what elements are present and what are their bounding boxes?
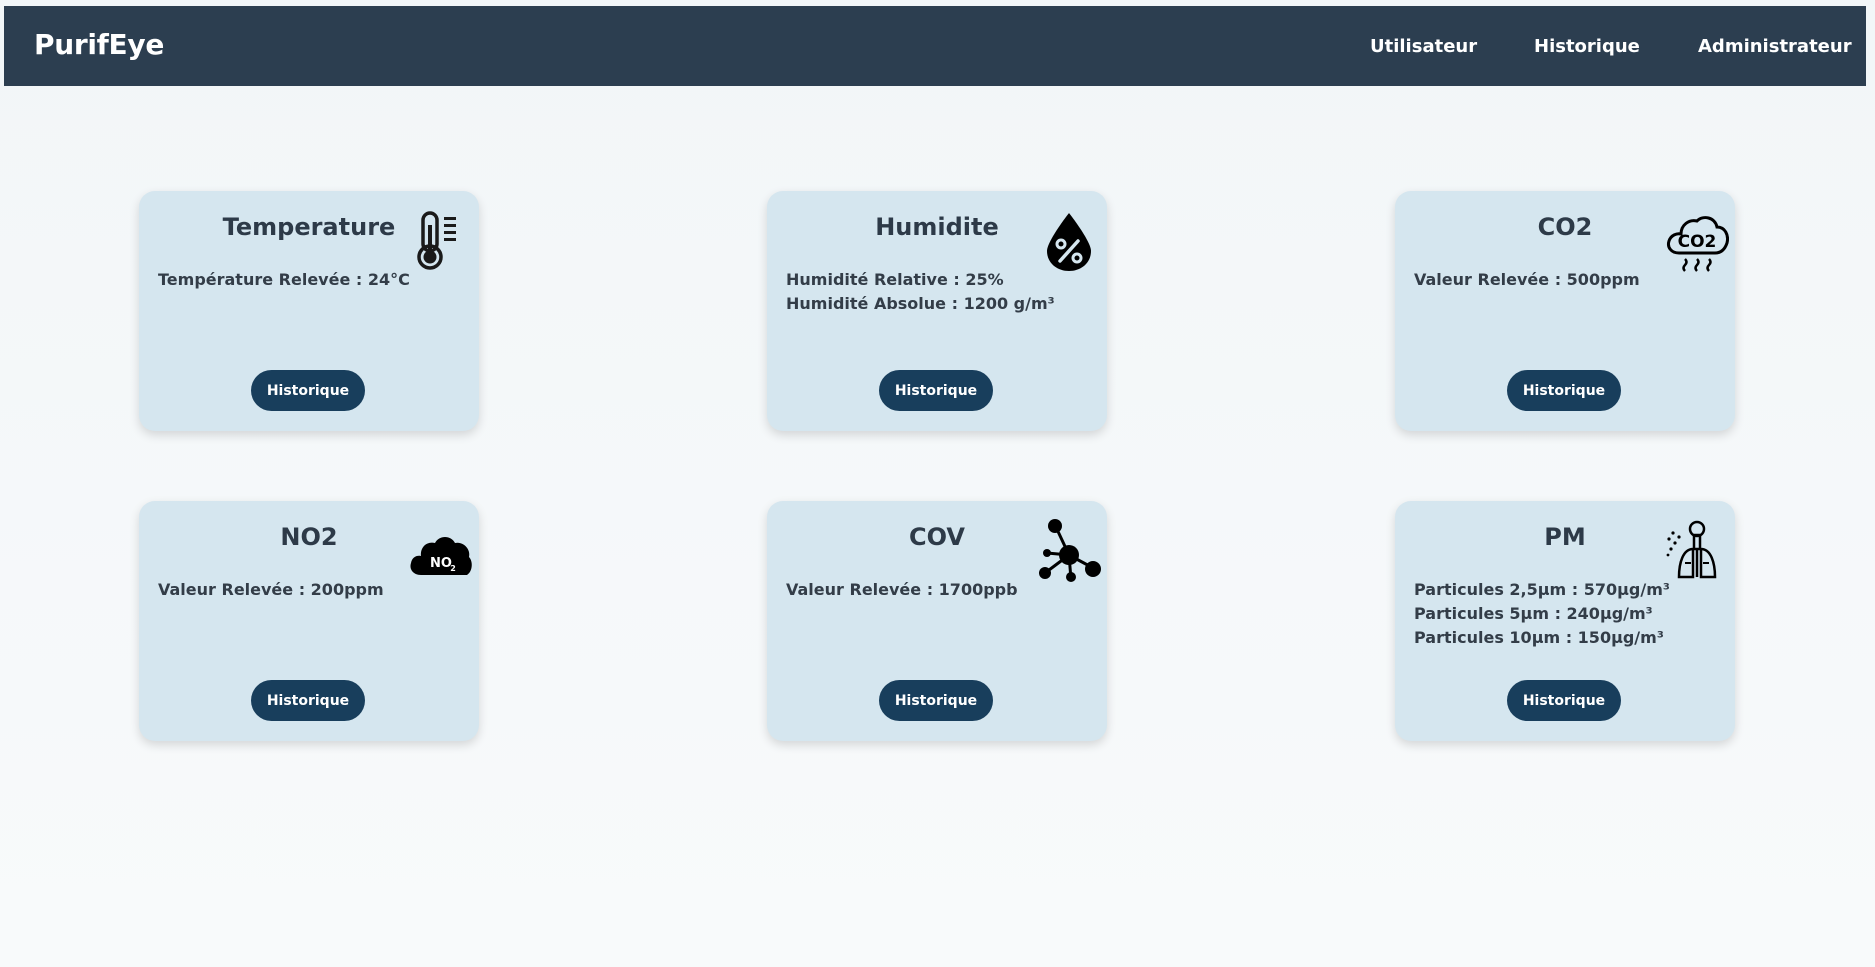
readings: Température Relevée : 24°C — [158, 268, 458, 292]
reading-pm5: Particules 5μm : 240μg/m³ — [1414, 604, 1653, 623]
reading-pm25: Particules 2,5μm : 570μg/m³ — [1414, 580, 1670, 599]
readings: Humidité Relative : 25% Humidité Absolue… — [786, 268, 1086, 316]
historique-button-humidity[interactable]: Historique — [879, 370, 993, 411]
readings: Valeur Relevée : 500ppm — [1414, 268, 1714, 292]
historique-button-co2[interactable]: Historique — [1507, 370, 1621, 411]
nav-link-utilisateur[interactable]: Utilisateur — [1370, 36, 1477, 57]
pm-card: PM Particules 2,5μm : 570μg/m³ Particule… — [1395, 501, 1735, 741]
lungs-particles-icon — [1665, 519, 1729, 583]
no2-icon-text: NO — [430, 556, 452, 571]
reading-humidity-absolute: Humidité Absolue : 1200 g/m³ — [786, 294, 1055, 313]
no2-icon-subscript: 2 — [450, 564, 456, 573]
co2-card: CO2 CO2 Valeur Relevée : 500ppm Historiq… — [1395, 191, 1735, 431]
navbar: PurifEye Utilisateur Historique Administ… — [4, 6, 1866, 86]
nav-link-administrateur[interactable]: Administrateur — [1698, 36, 1852, 57]
historique-button-temperature[interactable]: Historique — [251, 370, 365, 411]
molecule-icon — [1037, 519, 1101, 583]
reading-co2: Valeur Relevée : 500ppm — [1414, 270, 1640, 289]
humidity-drop-icon — [1037, 209, 1101, 273]
no2-card: NO2 NO 2 Valeur Relevée : 200ppm Histori… — [139, 501, 479, 741]
reading-humidity-relative: Humidité Relative : 25% — [786, 270, 1004, 289]
historique-button-cov[interactable]: Historique — [879, 680, 993, 721]
reading-cov: Valeur Relevée : 1700ppb — [786, 580, 1018, 599]
co2-cloud-icon: CO2 — [1665, 209, 1729, 273]
nav-link-historique[interactable]: Historique — [1534, 36, 1640, 57]
thermometer-icon — [409, 209, 473, 273]
historique-button-pm[interactable]: Historique — [1507, 680, 1621, 721]
historique-button-no2[interactable]: Historique — [251, 680, 365, 721]
humidity-card: Humidite Humidité Relative : 25% Humidit… — [767, 191, 1107, 431]
readings: Valeur Relevée : 200ppm — [158, 578, 458, 602]
temperature-card: Temperature Température Relevée : 24°C H… — [139, 191, 479, 431]
svg-text:CO2: CO2 — [1678, 232, 1717, 252]
readings: Valeur Relevée : 1700ppb — [786, 578, 1086, 602]
reading-temperature: Température Relevée : 24°C — [158, 270, 410, 289]
reading-no2: Valeur Relevée : 200ppm — [158, 580, 384, 599]
reading-pm10: Particules 10μm : 150μg/m³ — [1414, 628, 1664, 647]
readings: Particules 2,5μm : 570μg/m³ Particules 5… — [1414, 578, 1714, 650]
cov-card: COV Valeur Relevée : 1700ppb Historique — [767, 501, 1107, 741]
no2-cloud-icon: NO 2 — [409, 519, 473, 583]
brand-logo[interactable]: PurifEye — [34, 28, 164, 61]
